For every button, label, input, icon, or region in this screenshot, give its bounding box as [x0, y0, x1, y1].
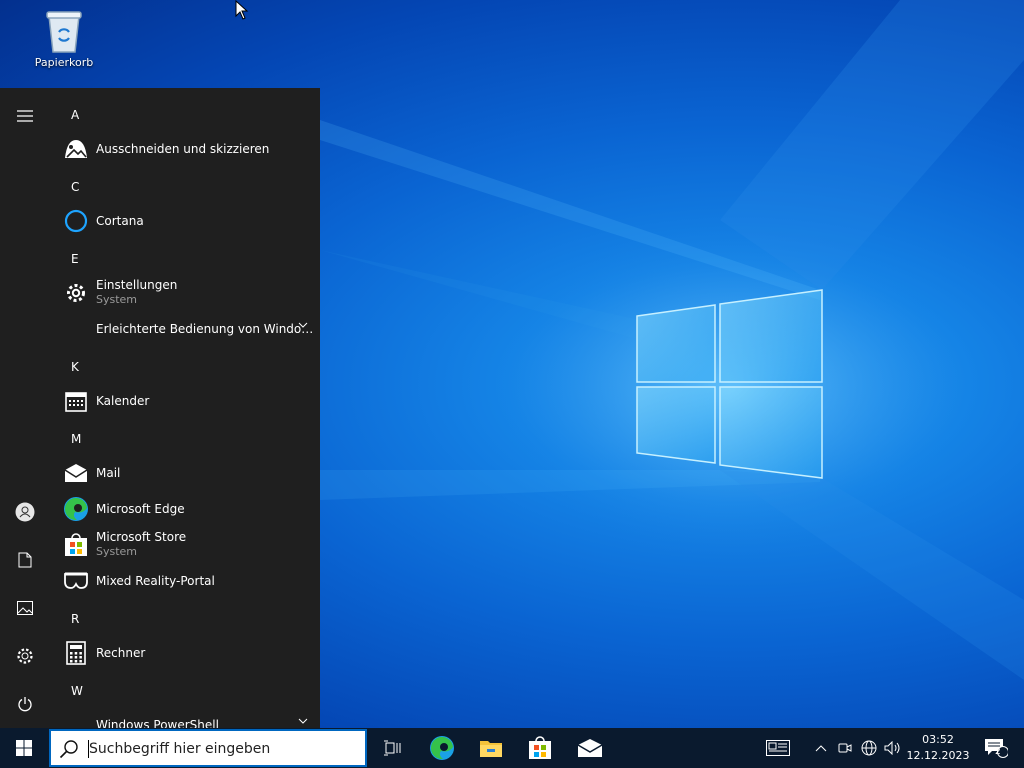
- letter-header-w[interactable]: W: [71, 684, 83, 698]
- app-label: Microsoft Edge: [96, 502, 185, 516]
- recycle-bin-icon: [46, 11, 82, 53]
- notification-count: 2: [995, 747, 1001, 757]
- gear-icon: [62, 280, 90, 306]
- letter-header-e[interactable]: E: [71, 252, 79, 266]
- documents-button[interactable]: [0, 540, 50, 580]
- app-label: Rechner: [96, 646, 146, 660]
- chevron-down-icon: [298, 322, 308, 328]
- edge-icon: [430, 736, 454, 760]
- news-widget-button[interactable]: [762, 728, 794, 768]
- app-label: Cortana: [96, 214, 144, 228]
- letter-header-m[interactable]: M: [71, 432, 81, 446]
- taskbar-mail-button[interactable]: [566, 728, 614, 768]
- chevron-down-icon: [298, 718, 308, 724]
- start-menu: A Ausschneiden und skizzieren C Cortana …: [0, 88, 320, 728]
- app-snip-sketch[interactable]: Ausschneiden und skizzieren: [62, 132, 318, 166]
- task-view-button[interactable]: [368, 728, 416, 768]
- desktop-icon-label: Papierkorb: [34, 56, 94, 69]
- network-icon: [861, 740, 877, 756]
- start-rail: [0, 88, 50, 728]
- app-label: Mail: [96, 466, 121, 480]
- hamburger-menu-icon: [17, 110, 33, 122]
- app-label: Einstellungen: [96, 278, 178, 292]
- app-settings[interactable]: Einstellungen System: [62, 276, 318, 310]
- app-mail[interactable]: Mail: [62, 456, 318, 490]
- app-label: Kalender: [96, 394, 150, 408]
- taskbar-store-button[interactable]: [516, 728, 564, 768]
- clock[interactable]: 03:52 12.12.2023: [906, 732, 970, 764]
- pictures-icon: [17, 601, 33, 615]
- file-explorer-icon: [480, 741, 502, 757]
- chevron-up-icon: [815, 745, 827, 752]
- settings-button[interactable]: [0, 636, 50, 676]
- letter-header-c[interactable]: C: [71, 180, 79, 194]
- search-placeholder: Suchbegriff hier eingeben: [89, 741, 271, 757]
- hamburger-menu-button[interactable]: [0, 96, 50, 136]
- app-list: A Ausschneiden und skizzieren C Cortana …: [50, 88, 320, 728]
- letter-header-a[interactable]: A: [71, 108, 79, 122]
- search-box[interactable]: Suchbegriff hier eingeben: [49, 729, 367, 767]
- app-calculator[interactable]: Rechner: [62, 636, 318, 670]
- edge-icon: [62, 496, 90, 522]
- mixed-reality-icon: [62, 568, 90, 594]
- app-calendar[interactable]: Kalender: [62, 384, 318, 418]
- folder-label: Erleichterte Bedienung von Windo…: [96, 322, 314, 336]
- store-icon: [529, 736, 551, 759]
- folder-powershell[interactable]: Windows PowerShell: [62, 708, 318, 728]
- letter-header-r[interactable]: R: [71, 612, 79, 626]
- taskbar-explorer-button[interactable]: [467, 728, 515, 768]
- clock-time: 03:52: [922, 733, 954, 746]
- app-cortana[interactable]: Cortana: [62, 204, 318, 238]
- start-button[interactable]: [0, 728, 48, 768]
- store-icon: [62, 532, 90, 558]
- documents-icon: [18, 552, 32, 568]
- search-icon: [59, 740, 78, 759]
- folder-accessibility[interactable]: Erleichterte Bedienung von Windo…: [62, 312, 318, 346]
- meet-now-icon: [838, 743, 852, 753]
- mail-icon: [62, 460, 90, 486]
- pictures-button[interactable]: [0, 588, 50, 628]
- folder-label: Windows PowerShell: [96, 718, 219, 728]
- app-label: Ausschneiden und skizzieren: [96, 142, 270, 156]
- snip-sketch-icon: [62, 136, 90, 162]
- mouse-cursor-icon: [235, 0, 249, 20]
- volume-icon: [884, 741, 900, 755]
- desktop-icon-recycle-bin[interactable]: Papierkorb: [30, 8, 98, 69]
- app-sublabel: System: [96, 293, 138, 306]
- windows-logo-icon: [16, 740, 32, 756]
- app-label: Microsoft Store: [96, 530, 187, 544]
- mail-icon: [577, 739, 603, 757]
- clock-date: 12.12.2023: [906, 749, 970, 762]
- network-button[interactable]: [858, 728, 880, 768]
- notification-center-button[interactable]: 2: [978, 728, 1014, 768]
- app-edge[interactable]: Microsoft Edge: [62, 492, 318, 526]
- news-widget-icon: [766, 740, 790, 756]
- app-mixed-reality[interactable]: Mixed Reality-Portal: [62, 564, 318, 598]
- task-view-icon: [384, 740, 401, 756]
- taskbar: Suchbegriff hier eingeben 03:52 12.12.20…: [0, 728, 1024, 768]
- volume-button[interactable]: [882, 728, 904, 768]
- power-icon: [18, 697, 32, 712]
- user-account-button[interactable]: [0, 492, 50, 532]
- show-hidden-icons-button[interactable]: [810, 728, 832, 768]
- user-account-icon: [15, 502, 35, 522]
- taskbar-edge-button[interactable]: [418, 728, 466, 768]
- app-sublabel: System: [96, 545, 138, 558]
- app-store[interactable]: Microsoft Store System: [62, 528, 318, 562]
- letter-header-k[interactable]: K: [71, 360, 79, 374]
- settings-gear-icon: [17, 648, 33, 664]
- cortana-icon: [62, 208, 90, 234]
- meet-now-button[interactable]: [834, 728, 856, 768]
- app-label: Mixed Reality-Portal: [96, 574, 215, 588]
- power-button[interactable]: [0, 684, 50, 724]
- calendar-icon: [62, 388, 90, 414]
- calculator-icon: [62, 640, 90, 666]
